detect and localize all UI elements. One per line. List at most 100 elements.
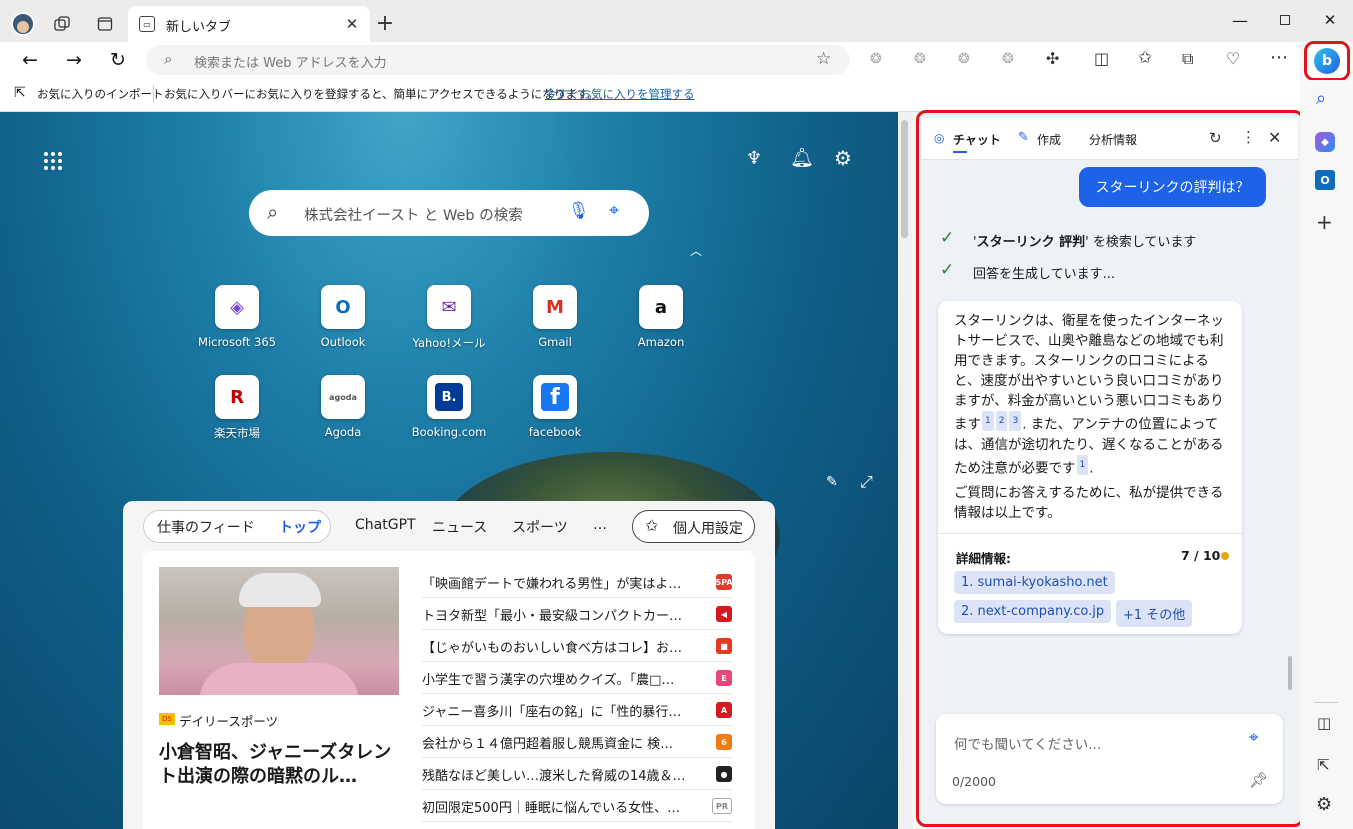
edit-background-icon[interactable]: ✎ — [826, 474, 838, 490]
quick-link-label[interactable]: Agoda — [288, 425, 398, 439]
favbar-message: お気に入りバーにお気に入りを登録すると、簡単にアクセスできるようになります。 — [164, 87, 599, 101]
extension-jellyfish-icon[interactable]: ❂ — [958, 51, 970, 67]
feed-list-item[interactable]: 残酷なほど美しい…渡米した脅威の14歳＆… ● — [422, 759, 732, 790]
more-options-icon[interactable]: ⋮ — [1241, 128, 1256, 146]
quick-link-label[interactable]: facebook — [500, 425, 610, 439]
source-link-2[interactable]: 2. next-company.co.jp — [954, 600, 1112, 623]
source-link-1[interactable]: 1. sumai-kyokasho.net — [954, 571, 1115, 594]
quick-link-label[interactable]: Amazon — [606, 335, 716, 349]
quick-link-tile[interactable]: R — [215, 375, 259, 419]
import-favorites-link[interactable]: お気に入りのインポート — [37, 86, 164, 102]
page-scrollbar-thumb[interactable] — [901, 120, 908, 238]
quick-link-label[interactable]: Booking.com — [394, 425, 504, 439]
quick-link-tile[interactable]: agoda — [321, 375, 365, 419]
feed-more[interactable]: … — [593, 517, 607, 533]
quick-link-tile[interactable]: a — [639, 285, 683, 329]
quick-link-label[interactable]: Microsoft 365 — [182, 335, 292, 349]
copilot-office-icon[interactable]: ◆ — [1315, 132, 1335, 152]
sidebar-settings-icon[interactable]: ⚙ — [1316, 794, 1332, 815]
chat-tab[interactable]: チャット — [953, 131, 1001, 148]
chat-scrollbar-thumb[interactable] — [1288, 656, 1292, 690]
quick-link-tile[interactable]: B. — [427, 375, 471, 419]
profile-avatar[interactable] — [11, 12, 35, 36]
feed-list-item[interactable]: 小学生で習う漢字の穴埋めクイズ。「農□… E — [422, 663, 732, 694]
feed-list-item[interactable]: ジャニー喜多川「座右の銘」に「性的暴行… A — [422, 695, 732, 726]
microphone-icon[interactable]: 🎙︎ — [568, 201, 590, 221]
quick-link-label[interactable]: Gmail — [500, 335, 610, 349]
expand-icon[interactable]: ⤢ — [860, 472, 873, 492]
pin-icon[interactable]: 📌︎ — [1249, 771, 1268, 789]
extension-jellyfish-icon[interactable]: ❂ — [870, 51, 882, 67]
favorites-icon[interactable]: ✩ — [1138, 48, 1152, 68]
new-tab-button[interactable]: + — [374, 11, 396, 36]
feed-tab-sports[interactable]: スポーツ — [512, 517, 568, 537]
close-window-button[interactable]: ✕ — [1320, 10, 1340, 30]
minimize-button[interactable]: — — [1228, 10, 1252, 30]
refresh-button[interactable]: ↻ — [106, 48, 130, 72]
workspaces-icon[interactable] — [52, 14, 72, 34]
feed-list-item[interactable]: 「映画館デートで嫌われる男性」が実はよ… SPA — [422, 567, 733, 598]
quick-link-tile[interactable]: ✉ — [427, 285, 471, 329]
collections-icon[interactable]: ⧉ — [1182, 49, 1193, 69]
address-bar[interactable]: ⌕ 検索または Web アドレスを入力 ☆ — [146, 45, 850, 75]
app-launcher-icon[interactable] — [44, 152, 62, 170]
feed-list-item[interactable]: 初回限定500円｜睡眠に悩んでいる女性、… PR — [422, 791, 732, 822]
citation[interactable]: 3 — [1009, 411, 1022, 431]
citation[interactable]: 2 — [995, 411, 1008, 431]
quick-link-tile[interactable]: M — [533, 285, 577, 329]
collapse-chevron-icon[interactable]: ︿ — [690, 242, 702, 259]
forward-button[interactable]: → — [62, 48, 86, 72]
extensions-icon[interactable]: ✣ — [1046, 49, 1059, 68]
rewards-icon[interactable]: ♆ — [746, 148, 762, 169]
personalize-button[interactable]: ✩ 個人用設定 — [632, 510, 755, 543]
split-screen-icon[interactable]: ◫ — [1094, 49, 1109, 68]
feed-tab-news[interactable]: ニュース — [432, 517, 487, 537]
refresh-chat-icon[interactable]: ↻ — [1209, 129, 1222, 147]
chat-input-box[interactable]: 何でも聞いてください... ⌖ 0/2000 📌︎ — [936, 714, 1283, 804]
search-icon[interactable]: ⌕ — [1316, 88, 1326, 109]
feed-item-title: 小学生で習う漢字の穴埋めクイズ。「農□… — [422, 672, 675, 688]
bing-chat-button[interactable]: b — [1304, 41, 1350, 81]
add-sidebar-app-icon[interactable]: + — [1316, 210, 1333, 234]
feed-tab-chatgpt[interactable]: ChatGPT — [355, 517, 416, 533]
quick-link-label[interactable]: 楽天市場 — [182, 425, 292, 441]
compose-tab[interactable]: 作成 — [1037, 131, 1061, 148]
quick-link-label[interactable]: Yahoo!メール — [394, 335, 504, 351]
quick-link-tile[interactable]: f — [533, 375, 577, 419]
tab-new-tab[interactable]: ▭ 新しいタブ ✕ — [128, 6, 370, 42]
feed-tab-top[interactable]: トップ — [279, 517, 321, 537]
feed-list-item[interactable]: 【じゃがいものおいしい食べ方はコレ】お… ■ — [422, 631, 732, 662]
hero-image[interactable] — [159, 567, 399, 695]
hide-sidebar-icon[interactable]: ◫ — [1317, 714, 1331, 732]
maximize-button[interactable] — [1275, 10, 1295, 30]
visual-search-icon[interactable]: ⌖ — [609, 200, 619, 221]
extension-jellyfish-icon[interactable]: ❂ — [914, 51, 926, 67]
quick-link-label[interactable]: Outlook — [288, 335, 398, 349]
feed-tab-work[interactable]: 仕事のフィード — [157, 517, 255, 537]
back-button[interactable]: ← — [18, 48, 42, 72]
close-chat-icon[interactable]: ✕ — [1268, 128, 1281, 147]
page-search-box[interactable]: ⌕ 株式会社イースト と Web の検索 🎙︎ ⌖ — [249, 190, 649, 236]
outlook-icon[interactable]: O — [1315, 170, 1335, 190]
tab-actions-icon[interactable] — [95, 14, 115, 34]
hero-title[interactable]: 小倉智昭、ジャニーズタレント出演の際の暗黙のル… — [159, 741, 404, 789]
close-tab-icon[interactable]: ✕ — [343, 15, 361, 33]
citation[interactable]: 1 — [1076, 454, 1089, 475]
visual-search-icon[interactable]: ⌖ — [1249, 728, 1259, 748]
quick-link-tile[interactable]: ◈ — [215, 285, 259, 329]
favorite-star-icon[interactable]: ☆ — [816, 49, 831, 69]
open-external-icon[interactable]: ⇱ — [1317, 756, 1330, 774]
more-menu-icon[interactable]: ⋯ — [1270, 47, 1288, 68]
feed-list-item[interactable]: トヨタ新型「最小・最安級コンパクトカー… ◀ — [422, 599, 732, 630]
notifications-icon[interactable]: 🔔︎ — [790, 146, 814, 169]
settings-icon[interactable]: ⚙ — [834, 146, 852, 170]
quick-link-tile[interactable]: O — [321, 285, 365, 329]
feed-source-icon: SPA — [715, 574, 733, 590]
insights-tab[interactable]: 分析情報 — [1089, 131, 1137, 148]
browser-essentials-icon[interactable]: ♡ — [1226, 49, 1240, 68]
citation[interactable]: 1 — [982, 411, 994, 431]
more-sources-link[interactable]: +1 その他 — [1116, 600, 1193, 627]
feed-list-item[interactable]: 会社から１４億円超着服し競馬資金に 検… 6 — [422, 727, 732, 758]
manage-favorites-link[interactable]: 今すぐお気に入りを管理する — [545, 86, 695, 102]
extension-jellyfish-icon[interactable]: ❂ — [1002, 51, 1014, 67]
